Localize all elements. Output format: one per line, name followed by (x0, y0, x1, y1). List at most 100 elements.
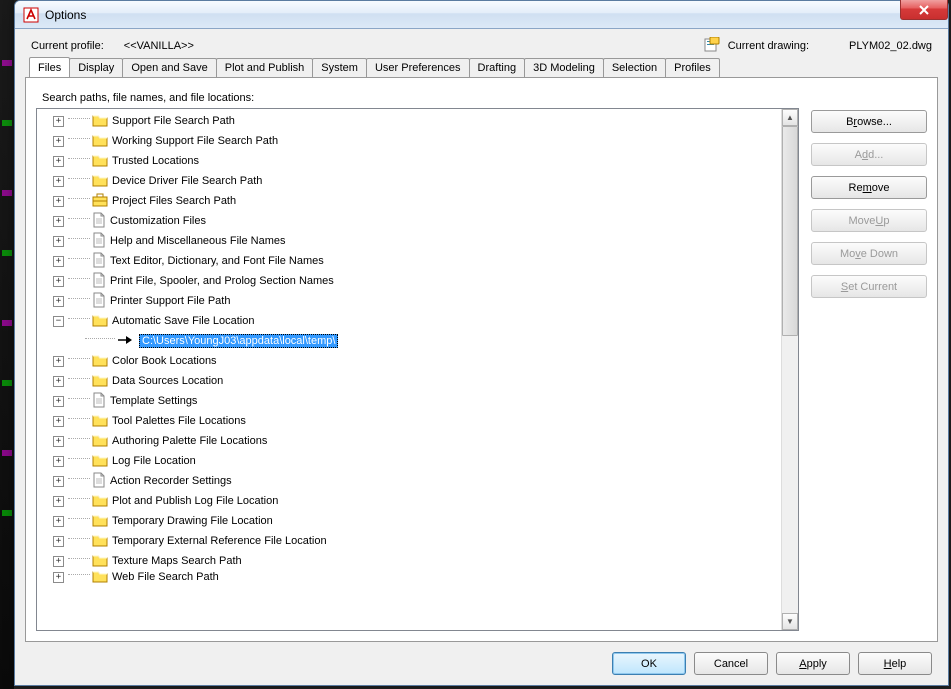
expander-icon[interactable]: + (53, 296, 64, 307)
tree-item[interactable]: +Text Editor, Dictionary, and Font File … (37, 251, 781, 271)
expander-icon[interactable]: + (53, 536, 64, 547)
expander-icon[interactable]: + (53, 572, 64, 583)
selected-path[interactable]: C:\Users\YoungJ03\appdata\local\temp\ (139, 334, 338, 348)
folder-icon (92, 513, 108, 530)
current-drawing-value: PLYM02_02.dwg (849, 40, 932, 52)
expander-icon[interactable]: + (53, 416, 64, 427)
tree-item-label: Template Settings (110, 395, 197, 407)
paths-tree[interactable]: + Support File Search Path +Working Suppor… (37, 109, 781, 630)
window-title: Options (45, 8, 86, 22)
tab-display[interactable]: Display (69, 58, 123, 78)
tree-item-label: Support File Search Path (112, 115, 235, 127)
expander-icon[interactable]: + (53, 516, 64, 527)
expander-icon[interactable]: + (53, 256, 64, 267)
arrow-icon (117, 335, 133, 348)
tree-item[interactable]: +Texture Maps Search Path (37, 551, 781, 571)
help-button[interactable]: Help (858, 652, 932, 675)
tree-item[interactable]: +Action Recorder Settings (37, 471, 781, 491)
tree-item[interactable]: + Project Files Search Path (37, 191, 781, 211)
tree-item[interactable]: +Customization Files (37, 211, 781, 231)
tree-item[interactable]: +Trusted Locations (37, 151, 781, 171)
tree-item[interactable]: +Plot and Publish Log File Location (37, 491, 781, 511)
tree-item[interactable]: +Print File, Spooler, and Prolog Section… (37, 271, 781, 291)
doc-icon (92, 252, 106, 271)
scroll-up-button[interactable]: ▲ (782, 109, 798, 126)
tree-child-item[interactable]: C:\Users\YoungJ03\appdata\local\temp\ (37, 331, 781, 351)
folder-icon (92, 113, 108, 130)
tree-item[interactable]: + Template Settings (37, 391, 781, 411)
expander-icon[interactable]: + (53, 216, 64, 227)
apply-button[interactable]: Apply (776, 652, 850, 675)
scroll-down-button[interactable]: ▼ (782, 613, 798, 630)
folder-icon (92, 413, 108, 430)
tab-profiles[interactable]: Profiles (665, 58, 720, 78)
tab-plot-and-publish[interactable]: Plot and Publish (216, 58, 314, 78)
tree-item[interactable]: + Tool Palettes File Locations (37, 411, 781, 431)
cancel-button[interactable]: Cancel (694, 652, 768, 675)
panel-heading: Search paths, file names, and file locat… (42, 92, 927, 104)
tab-open-and-save[interactable]: Open and Save (122, 58, 216, 78)
background-strip (0, 0, 14, 689)
expander-icon[interactable]: − (53, 316, 64, 327)
app-icon (23, 7, 39, 23)
expander-icon[interactable]: + (53, 456, 64, 467)
movedown-button: Move Down (811, 242, 927, 265)
tree-item[interactable]: +Authoring Palette File Locations (37, 431, 781, 451)
doc-icon (92, 272, 106, 291)
scroll-thumb[interactable] (782, 126, 798, 336)
tree-item-label: Web File Search Path (112, 571, 219, 583)
tree-item[interactable]: +Temporary Drawing File Location (37, 511, 781, 531)
expander-icon[interactable]: + (53, 156, 64, 167)
expander-icon[interactable]: + (53, 116, 64, 127)
expander-icon[interactable]: + (53, 376, 64, 387)
expander-icon[interactable]: + (53, 496, 64, 507)
folder-icon (92, 373, 108, 390)
expander-icon[interactable]: + (53, 196, 64, 207)
ok-button[interactable]: OK (612, 652, 686, 675)
tree-item-label: Tool Palettes File Locations (112, 415, 246, 427)
tree-item[interactable]: +Log File Location (37, 451, 781, 471)
tab-system[interactable]: System (312, 58, 367, 78)
paths-tree-container: + Support File Search Path +Working Suppor… (36, 108, 799, 631)
tree-item[interactable]: +Temporary External Reference File Locat… (37, 531, 781, 551)
options-dialog: Options Current profile: <<VANILLA>> Cur… (14, 0, 949, 686)
tree-item-label: Device Driver File Search Path (112, 175, 262, 187)
tree-item[interactable]: + Data Sources Location (37, 371, 781, 391)
tree-item[interactable]: + Device Driver File Search Path (37, 171, 781, 191)
tab-user-preferences[interactable]: User Preferences (366, 58, 470, 78)
expander-icon[interactable]: + (53, 276, 64, 287)
titlebar[interactable]: Options (15, 1, 948, 29)
tab-selection[interactable]: Selection (603, 58, 666, 78)
vertical-scrollbar[interactable]: ▲ ▼ (781, 109, 798, 630)
tree-item-label: Project Files Search Path (112, 195, 236, 207)
tree-item[interactable]: −Automatic Save File Location (37, 311, 781, 331)
tree-item[interactable]: + Web File Search Path (37, 571, 781, 583)
tree-item-label: Printer Support File Path (110, 295, 230, 307)
doc-icon (92, 292, 106, 311)
tab-drafting[interactable]: Drafting (469, 58, 526, 78)
browse-button[interactable]: Browse... (811, 110, 927, 133)
dialog-button-row: OK Cancel Apply Help (25, 642, 938, 677)
expander-icon[interactable]: + (53, 436, 64, 447)
close-button[interactable] (900, 0, 948, 20)
tree-item[interactable]: +Help and Miscellaneous File Names (37, 231, 781, 251)
tab-strip: FilesDisplayOpen and SavePlot and Publis… (25, 58, 938, 78)
tree-item[interactable]: + Support File Search Path (37, 111, 781, 131)
tree-item[interactable]: +Color Book Locations (37, 351, 781, 371)
expander-icon[interactable]: + (53, 556, 64, 567)
expander-icon[interactable]: + (53, 476, 64, 487)
expander-icon[interactable]: + (53, 356, 64, 367)
tree-item-label: Data Sources Location (112, 375, 223, 387)
remove-button[interactable]: Remove (811, 176, 927, 199)
expander-icon[interactable]: + (53, 236, 64, 247)
expander-icon[interactable]: + (53, 396, 64, 407)
expander-icon[interactable]: + (53, 176, 64, 187)
expander-icon[interactable]: + (53, 136, 64, 147)
tab-3d-modeling[interactable]: 3D Modeling (524, 58, 604, 78)
doc-icon (92, 232, 106, 251)
scroll-track[interactable] (782, 126, 798, 613)
doc-icon (92, 392, 106, 411)
tab-files[interactable]: Files (29, 57, 70, 77)
tree-item[interactable]: +Working Support File Search Path (37, 131, 781, 151)
tree-item[interactable]: + Printer Support File Path (37, 291, 781, 311)
